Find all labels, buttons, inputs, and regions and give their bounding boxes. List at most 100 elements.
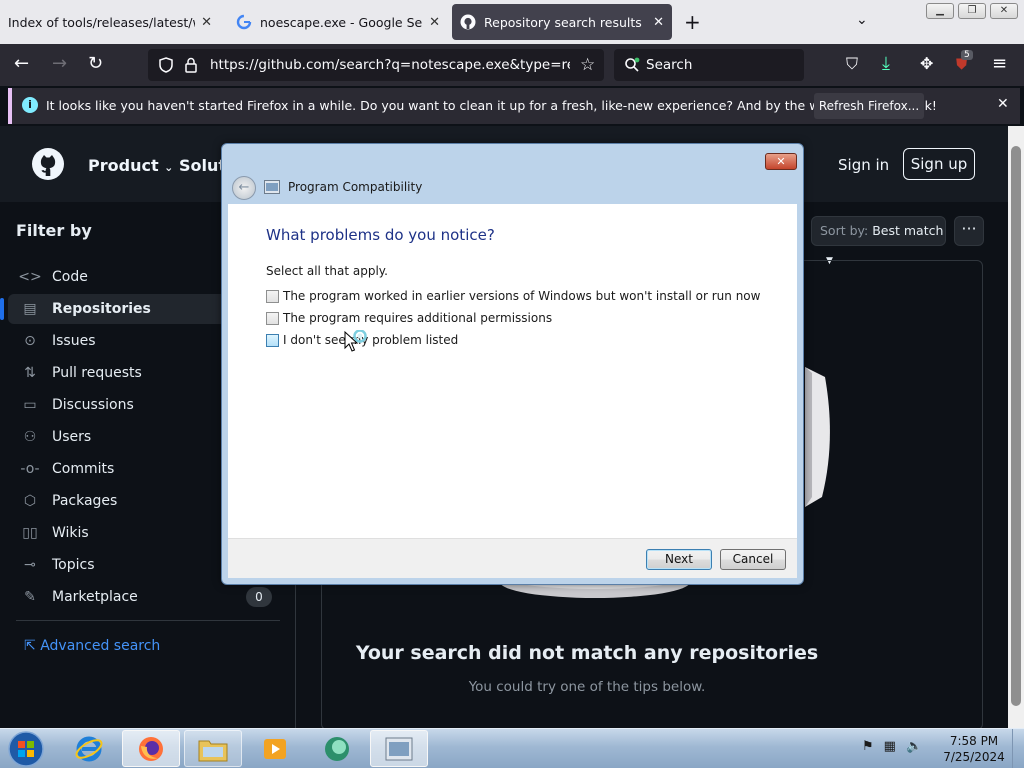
taskbar-internet-explorer[interactable] [60,730,118,767]
sidebar-item-label: Wikis [52,525,89,541]
clock-time: 7:58 PM [949,734,999,748]
external-link-icon: ⇱ [24,638,36,654]
url-text: https://github.com/search?q=notescape.ex… [210,57,570,73]
pocket-icon[interactable]: ⛉ [846,54,858,74]
bookmark-star-icon[interactable]: ☆ [580,55,595,75]
taskbar-media-player[interactable] [246,730,304,767]
checkbox-box[interactable] [266,333,279,347]
sidebar-item-label: Pull requests [52,365,142,381]
code-icon: <> [18,269,42,285]
windows-taskbar: ⚑ ▦ 🔈 7:58 PM 7/25/2024 [0,728,1024,768]
option-label: The program requires additional permissi… [283,311,553,325]
clock[interactable]: 7:58 PM 7/25/2024 [940,733,1008,765]
tab-google-search[interactable]: noescape.exe - Google Search ✕ [228,4,448,40]
taskbar-file-explorer[interactable] [184,730,242,767]
new-tab-button[interactable]: + [684,10,701,34]
tab-label: Repository search results · GitHu [484,14,647,30]
taskbar-firefox[interactable] [122,730,180,767]
dialog-heading: What problems do you notice? [266,226,495,244]
sidebar-item-label: Code [52,269,88,285]
nav-product[interactable]: Product ⌄ [88,156,173,175]
reload-icon[interactable]: ↻ [88,54,103,74]
volume-muted-icon[interactable]: 🔈 [906,739,922,754]
package-icon: ⬡ [23,493,37,509]
dialog-close-button[interactable]: ✕ [765,153,797,170]
tab-label: noescape.exe - Google Search [260,14,423,30]
show-desktop-button[interactable] [1012,729,1024,768]
notification-close-icon[interactable]: ✕ [997,96,1009,112]
checkbox-box[interactable] [266,289,279,303]
firefox-icon [139,736,163,761]
option-label: The program worked in earlier versions o… [283,289,761,303]
tracking-protection-icon[interactable] [158,57,174,73]
sidebar-item-label: Issues [52,333,96,349]
tab-label: Index of tools/releases/latest/windo [8,14,195,30]
download-icon[interactable]: ⤓ [882,54,890,74]
sign-up-button[interactable]: Sign up [903,148,975,180]
github-icon [460,14,476,30]
marketplace-count-badge: 0 [246,587,272,607]
restore-button[interactable]: ❐ [958,3,986,19]
browser-toolbar: ← → ↻ https://github.com/search?q=notesc… [0,44,1024,86]
sort-value: Best match [872,223,944,238]
more-options-button[interactable]: ··· [954,216,984,246]
clock-date: 7/25/2024 [943,750,1005,764]
tag-icon: ⊸ [24,557,36,573]
tab-github-search[interactable]: Repository search results · GitHu ✕ [452,4,672,40]
refresh-firefox-button[interactable]: Refresh Firefox... [814,93,924,119]
tab-close-icon[interactable]: ✕ [201,15,212,30]
sidebar-item-label: Marketplace [52,589,138,605]
sidebar-item-label: Discussions [52,397,134,413]
system-tray: ⚑ ▦ 🔈 [862,739,922,754]
window-close-button[interactable]: ✕ [990,3,1018,19]
pull-request-icon: ⇅ [24,365,36,381]
extensions-icon[interactable]: ✥ [920,54,933,74]
back-icon[interactable]: ← [14,54,29,74]
advanced-search-link[interactable]: ⇱ Advanced search [24,638,160,654]
search-placeholder: Search [646,57,693,73]
page-scrollbar[interactable] [1008,126,1024,728]
sidebar-item-label: Commits [52,461,115,477]
tab-close-icon[interactable]: ✕ [429,15,440,30]
next-button[interactable]: Next [646,549,712,570]
dialog-content: What problems do you notice? Select all … [228,204,797,538]
media-player-icon [264,738,286,759]
no-results-title: Your search did not match any repositori… [355,642,819,664]
info-icon: i [22,97,38,113]
taskbar-app[interactable] [308,730,366,767]
sign-in-link[interactable]: Sign in [838,156,889,174]
sidebar-item-label: Users [52,429,92,445]
lock-icon[interactable] [184,57,198,73]
github-logo-icon[interactable] [32,148,64,180]
network-icon[interactable]: ▦ [884,739,896,754]
minimize-button[interactable]: ▁ [926,3,954,19]
url-bar[interactable]: https://github.com/search?q=notescape.ex… [148,49,604,81]
taskbar-program-compatibility[interactable] [370,730,428,767]
marketplace-icon: ✎ [24,589,36,605]
cancel-button[interactable]: Cancel [720,549,786,570]
checkbox-box[interactable] [266,311,279,325]
list-all-tabs-button[interactable]: ⌄ [856,12,868,28]
dialog-title: Program Compatibility [288,180,423,194]
option-additional-permissions-checkbox[interactable]: The program requires additional permissi… [266,311,552,325]
sort-label: Sort by: [820,223,869,238]
action-center-flag-icon[interactable]: ⚑ [862,739,874,754]
forward-icon[interactable]: → [52,54,67,74]
dialog-footer: Next Cancel [228,538,797,578]
sidebar-item-label: Packages [52,493,118,509]
sort-dropdown[interactable]: Sort by: Best match ▼ [811,216,946,266]
notification-text: It looks like you haven't started Firefo… [46,98,937,113]
search-bar[interactable]: Search [614,49,804,81]
back-arrow-icon[interactable]: ← [232,176,256,200]
tab-index-tools[interactable]: Index of tools/releases/latest/windo ✕ [0,4,220,40]
start-button-icon[interactable] [6,730,46,768]
browser-tab-bar: Index of tools/releases/latest/windo ✕ n… [0,0,1024,44]
tab-close-icon[interactable]: ✕ [653,15,664,30]
option-worked-earlier-checkbox[interactable]: The program worked in earlier versions o… [266,289,760,303]
compatibility-app-icon [385,737,413,760]
menu-icon[interactable]: ≡ [992,54,1007,74]
scrollbar-thumb[interactable] [1011,146,1021,706]
repo-icon: ▤ [23,301,37,317]
sidebar-divider [16,620,280,621]
internet-explorer-icon [75,736,103,761]
